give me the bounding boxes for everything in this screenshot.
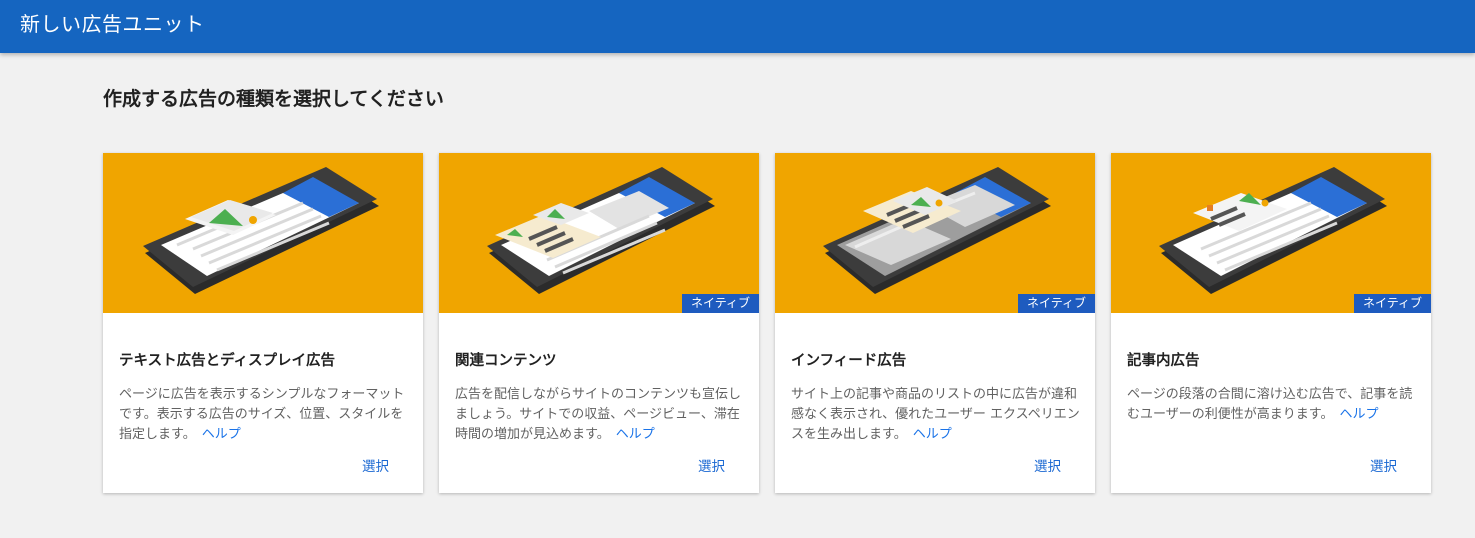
card-description: サイト上の記事や商品のリストの中に広告が違和感なく表示され、優れたユーザー エク… bbox=[791, 385, 1083, 445]
card-title: テキスト広告とディスプレイ広告 bbox=[119, 353, 336, 369]
help-link[interactable]: ヘルプ bbox=[1339, 407, 1378, 422]
ad-type-card-related-content[interactable]: ネイティブ 関連コンテンツ 広告を配信しながらサイトのコンテンツも宣伝しましょう… bbox=[439, 153, 759, 493]
card-description: 広告を配信しながらサイトのコンテンツも宣伝しましょう。サイトでの収益、ページビュ… bbox=[455, 385, 747, 445]
select-button[interactable]: 選択 bbox=[698, 455, 725, 475]
phone-in-feed-illustration bbox=[823, 167, 1051, 294]
help-link[interactable]: ヘルプ bbox=[616, 427, 655, 442]
ad-type-card-display[interactable]: テキスト広告とディスプレイ広告 ページに広告を表示するシンプルなフォーマットです… bbox=[103, 153, 423, 493]
card-hero: ネイティブ bbox=[439, 153, 759, 313]
card-description: ページに広告を表示するシンプルなフォーマットです。表示する広告のサイズ、位置、ス… bbox=[119, 385, 411, 445]
card-hero: ネイティブ bbox=[775, 153, 1095, 313]
card-description: ページの段落の合間に溶け込む広告で、記事を読むユーザーの利便性が高まります。 ヘル… bbox=[1127, 385, 1419, 425]
app-header: 新しい広告ユニット bbox=[0, 0, 1475, 53]
phone-in-article-illustration bbox=[1159, 167, 1387, 294]
ad-type-card-in-article[interactable]: ネイティブ 記事内広告 ページの段落の合間に溶け込む広告で、記事を読むユーザーの… bbox=[1111, 153, 1431, 493]
help-link[interactable]: ヘルプ bbox=[913, 427, 952, 442]
card-description-text: 広告を配信しながらサイトのコンテンツも宣伝しましょう。サイトでの収益、ページビュ… bbox=[455, 387, 742, 442]
help-link[interactable]: ヘルプ bbox=[202, 427, 241, 442]
select-button[interactable]: 選択 bbox=[1370, 455, 1397, 475]
native-badge: ネイティブ bbox=[681, 294, 759, 313]
select-button[interactable]: 選択 bbox=[362, 455, 389, 475]
phone-related-content-illustration bbox=[487, 167, 715, 294]
card-title: インフィード広告 bbox=[791, 353, 907, 369]
card-title: 関連コンテンツ bbox=[455, 353, 557, 369]
page-title: 新しい広告ユニット bbox=[20, 12, 205, 36]
native-badge: ネイティブ bbox=[1353, 294, 1431, 313]
card-hero bbox=[103, 153, 423, 313]
card-hero: ネイティブ bbox=[1111, 153, 1431, 313]
phone-display-ad-illustration bbox=[143, 167, 379, 294]
card-title: 記事内広告 bbox=[1127, 353, 1200, 369]
card-description-text: ページに広告を表示するシンプルなフォーマットです。表示する広告のサイズ、位置、ス… bbox=[119, 387, 405, 442]
native-badge: ネイティブ bbox=[1017, 294, 1095, 313]
select-button[interactable]: 選択 bbox=[1034, 455, 1061, 475]
section-heading: 作成する広告の種類を選択してください bbox=[103, 88, 444, 110]
ad-type-card-in-feed[interactable]: ネイティブ インフィード広告 サイト上の記事や商品のリストの中に広告が違和感なく… bbox=[775, 153, 1095, 493]
